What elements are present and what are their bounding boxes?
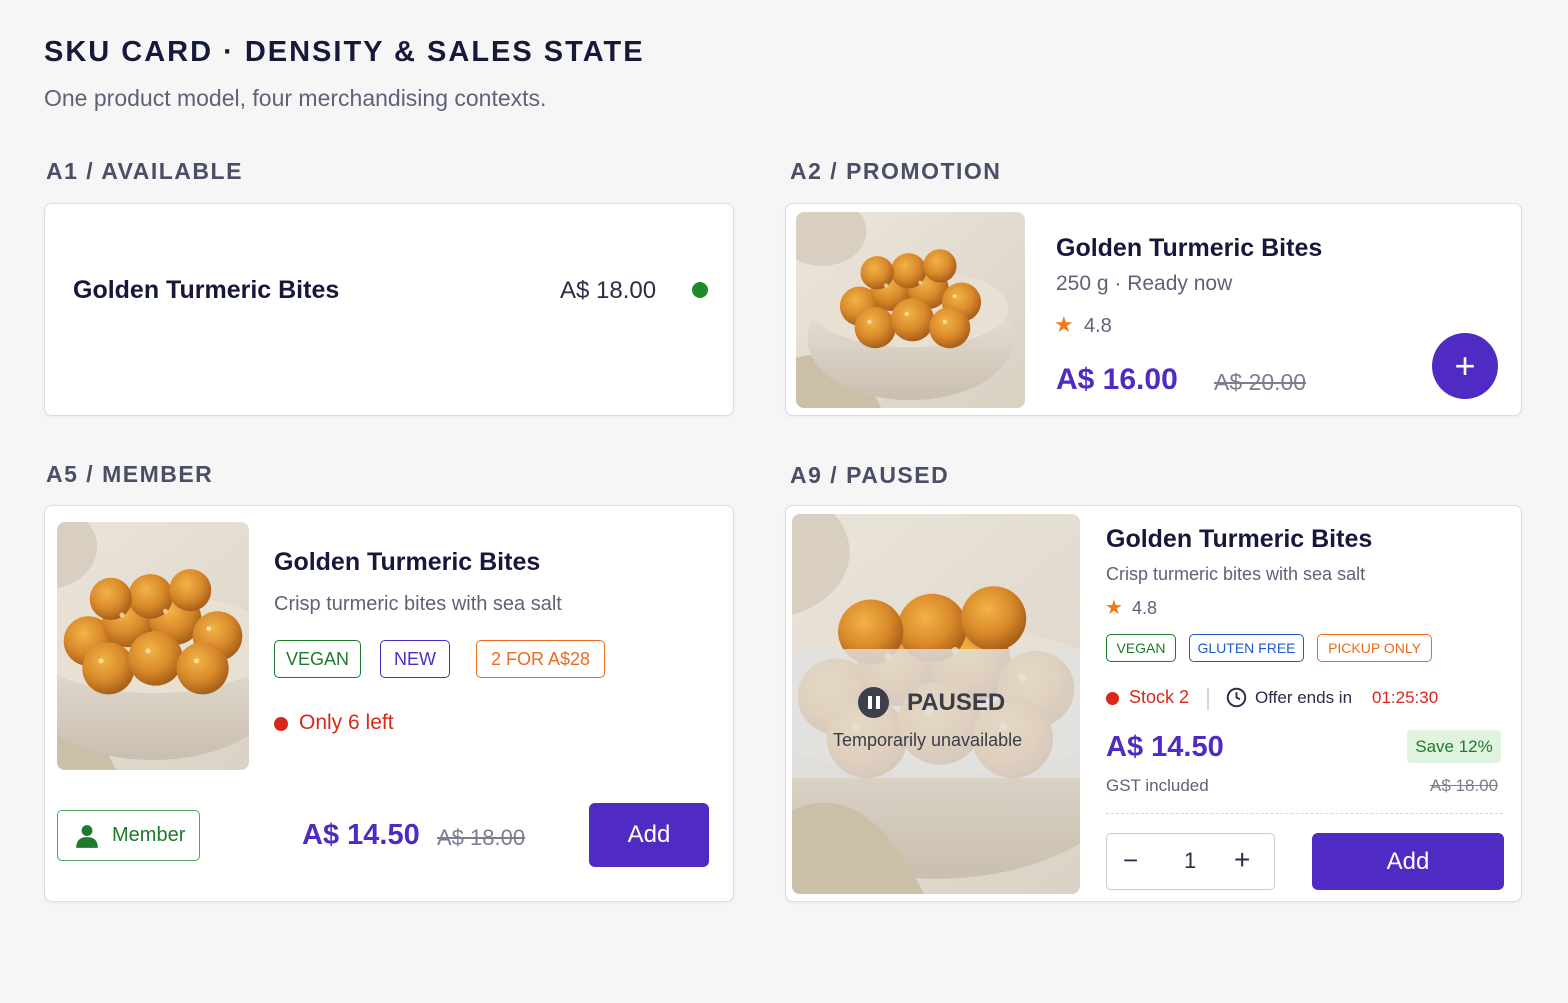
page-title: SKU CARD · DENSITY & SALES STATE <box>44 36 645 68</box>
low-stock-dot-icon <box>274 717 288 731</box>
sale-price: A$ 16.00 <box>1056 363 1178 396</box>
product-price: A$ 18.00 <box>560 277 657 304</box>
divider-dashed <box>1106 813 1503 814</box>
original-price: A$ 20.00 <box>1214 369 1307 395</box>
quantity-value[interactable]: 1 <box>1184 848 1196 874</box>
badge-vegan: VEGAN <box>1106 634 1176 662</box>
divider <box>1207 688 1209 710</box>
page-subtitle: One product model, four merchandising co… <box>44 85 547 111</box>
original-price: A$ 18.00 <box>437 825 526 850</box>
product-description: Crisp turmeric bites with sea salt <box>1106 564 1366 584</box>
stock-text: Only 6 left <box>299 711 394 734</box>
add-to-cart-button[interactable]: + <box>1432 333 1498 399</box>
product-name: Golden Turmeric Bites <box>73 276 340 304</box>
product-description: Crisp turmeric bites with sea salt <box>274 593 562 615</box>
sku-card-available[interactable]: Golden Turmeric Bites A$ 18.00 <box>44 203 734 416</box>
stock-dot-icon <box>1106 692 1119 705</box>
quantity-stepper[interactable]: − 1 + <box>1106 833 1275 890</box>
section-label-a1: A1 / AVAILABLE <box>46 158 243 184</box>
section-label-a2: A2 / PROMOTION <box>790 158 1002 184</box>
sku-card-promotion[interactable]: Golden Turmeric Bites 250 g · Ready now … <box>785 203 1522 416</box>
product-name: Golden Turmeric Bites <box>1056 234 1323 262</box>
paused-title: PAUSED <box>907 689 1006 716</box>
price: A$ 14.50 <box>1106 731 1224 763</box>
badge-new: NEW <box>380 640 450 678</box>
product-image <box>796 212 1025 408</box>
badge-vegan: VEGAN <box>274 640 361 678</box>
star-icon: ★ <box>1054 312 1074 337</box>
product-name: Golden Turmeric Bites <box>274 548 541 576</box>
star-icon: ★ <box>1105 597 1123 619</box>
rating: 4.8 <box>1132 598 1158 618</box>
section-label-a9: A9 / PAUSED <box>790 462 950 488</box>
paused-overlay: PAUSED Temporarily unavailable <box>792 649 1080 778</box>
sku-card-paused[interactable]: PAUSED Temporarily unavailable Golden Tu… <box>785 505 1522 902</box>
stock-text: Stock 2 <box>1129 687 1190 707</box>
product-image: PAUSED Temporarily unavailable <box>792 514 1080 894</box>
member-price: A$ 14.50 <box>302 819 420 851</box>
section-label-a5: A5 / MEMBER <box>46 461 214 487</box>
pause-icon <box>858 687 889 718</box>
decrement-button[interactable]: − <box>1123 845 1138 876</box>
product-name: Golden Turmeric Bites <box>1106 525 1373 553</box>
available-dot-icon <box>692 282 708 298</box>
product-image <box>57 522 249 770</box>
sku-card-member[interactable]: Golden Turmeric Bites Crisp turmeric bit… <box>44 505 734 902</box>
user-icon <box>76 824 98 848</box>
clock-icon <box>1226 687 1247 708</box>
badge-gluten-free: GLUTEN FREE <box>1189 634 1304 662</box>
original-price: A$ 18.00 <box>1430 776 1499 795</box>
paused-subtitle: Temporarily unavailable <box>833 730 1023 750</box>
tax-text: GST included <box>1106 776 1209 795</box>
badge-pickup-only: PICKUP ONLY <box>1317 634 1432 662</box>
product-meta: 250 g · Ready now <box>1056 272 1233 295</box>
member-label: Member <box>112 824 186 846</box>
rating: 4.8 <box>1084 315 1112 337</box>
increment-button[interactable]: + <box>1234 844 1250 876</box>
member-badge: Member <box>57 810 200 861</box>
add-button[interactable]: Add <box>1312 833 1504 890</box>
save-badge: Save 12% <box>1407 730 1501 763</box>
offer-countdown: 01:25:30 <box>1372 688 1439 707</box>
plus-icon: + <box>1454 345 1476 386</box>
add-button[interactable]: Add <box>589 803 709 867</box>
badge-promo: 2 FOR A$28 <box>476 640 605 678</box>
offer-text: Offer ends in <box>1255 688 1353 707</box>
